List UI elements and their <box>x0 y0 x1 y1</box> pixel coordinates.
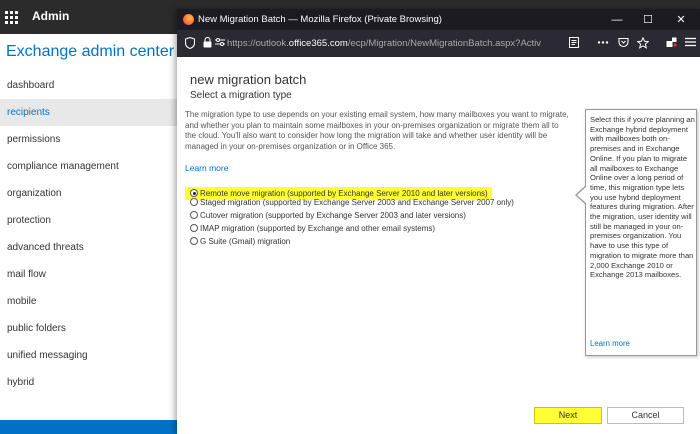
callout-text: Select this if you're planning an Exchan… <box>590 115 695 280</box>
sidebar-item-mail-flow[interactable]: mail flow <box>0 261 177 288</box>
option-cutover[interactable]: Cutover migration (supported by Exchange… <box>185 209 514 222</box>
firefox-window: New Migration Batch — Mozilla Firefox (P… <box>177 9 700 434</box>
extensions-icon[interactable] <box>666 37 677 52</box>
reader-view-icon[interactable] <box>569 37 579 52</box>
sidebar-item-organization[interactable]: organization <box>0 180 177 207</box>
url-bar[interactable]: https://outlook.office365.com/ecp/Migrat… <box>227 36 585 51</box>
option-staged[interactable]: Staged migration (supported by Exchange … <box>185 196 514 209</box>
browser-titlebar: New Migration Batch — Mozilla Firefox (P… <box>177 9 700 30</box>
minimize-button[interactable]: — <box>603 9 631 30</box>
option-imap[interactable]: IMAP migration (supported by Exchange an… <box>185 222 514 235</box>
sidebar-bottom-bar <box>0 420 177 434</box>
url-path: /ecp/Migration/NewMigrationBatch.aspx?Ac… <box>347 38 542 49</box>
callout-pointer-fill <box>577 186 587 204</box>
waffle-icon[interactable] <box>0 0 22 34</box>
migration-description: The migration type to use depends on you… <box>185 110 569 151</box>
learn-more-link[interactable]: Learn more <box>185 163 228 173</box>
dialog-title: new migration batch <box>190 72 307 87</box>
sidebar-item-mobile[interactable]: mobile <box>0 288 177 315</box>
option-label: IMAP migration (supported by Exchange an… <box>200 224 436 233</box>
window-title: New Migration Batch — Mozilla Firefox (P… <box>198 14 442 25</box>
sidebar-item-compliance-management[interactable]: compliance management <box>0 153 177 180</box>
browser-toolbar: https://outlook.office365.com/ecp/Migrat… <box>177 30 700 57</box>
radio-icon[interactable] <box>190 224 198 232</box>
sidebar-nav: dashboard recipients permissions complia… <box>0 72 177 396</box>
firefox-logo-icon <box>183 14 194 25</box>
star-icon[interactable] <box>636 36 650 53</box>
dialog-subtitle: Select a migration type <box>190 90 292 101</box>
option-gsuite[interactable]: G Suite (Gmail) migration <box>185 235 514 248</box>
sidebar-item-unified-messaging[interactable]: unified messaging <box>0 342 177 369</box>
option-label: G Suite (Gmail) migration <box>200 237 291 246</box>
permissions-icon[interactable] <box>215 37 225 51</box>
maximize-button[interactable]: ☐ <box>634 9 662 30</box>
admin-title: Admin <box>32 9 70 23</box>
cancel-button[interactable]: Cancel <box>607 407 684 424</box>
shield-icon[interactable] <box>184 36 196 53</box>
page-title: Exchange admin center <box>6 43 175 60</box>
radio-icon[interactable] <box>190 198 198 206</box>
sidebar-item-hybrid[interactable]: hybrid <box>0 369 177 396</box>
option-label: Staged migration (supported by Exchange … <box>200 198 514 207</box>
radio-icon[interactable] <box>190 211 198 219</box>
sidebar-item-permissions[interactable]: permissions <box>0 126 177 153</box>
callout-learn-more-link[interactable]: Learn more <box>590 339 630 348</box>
sidebar-item-protection[interactable]: protection <box>0 207 177 234</box>
sidebar-item-advanced-threats[interactable]: advanced threats <box>0 234 177 261</box>
sidebar-item-dashboard[interactable]: dashboard <box>0 72 177 99</box>
dialog-content: new migration batch Select a migration t… <box>177 57 700 434</box>
more-icon[interactable] <box>597 37 609 52</box>
migration-type-options: Remote move migration (supported by Exch… <box>185 183 514 248</box>
url-prefix: https://outlook. <box>227 38 289 49</box>
sidebar-item-recipients[interactable]: recipients <box>0 99 177 126</box>
screen: Admin Exchange admin center dashboard re… <box>0 0 700 434</box>
option-label: Cutover migration (supported by Exchange… <box>200 211 466 220</box>
radio-icon[interactable] <box>190 237 198 245</box>
help-callout: Select this if you're planning an Exchan… <box>585 109 697 356</box>
url-domain: office365.com <box>288 38 348 49</box>
pocket-icon[interactable] <box>618 37 629 52</box>
close-window-button[interactable]: ✕ <box>667 9 695 30</box>
next-button[interactable]: Next <box>534 407 602 424</box>
lock-icon[interactable] <box>203 36 212 52</box>
sidebar-item-public-folders[interactable]: public folders <box>0 315 177 342</box>
menu-icon[interactable] <box>685 37 696 51</box>
